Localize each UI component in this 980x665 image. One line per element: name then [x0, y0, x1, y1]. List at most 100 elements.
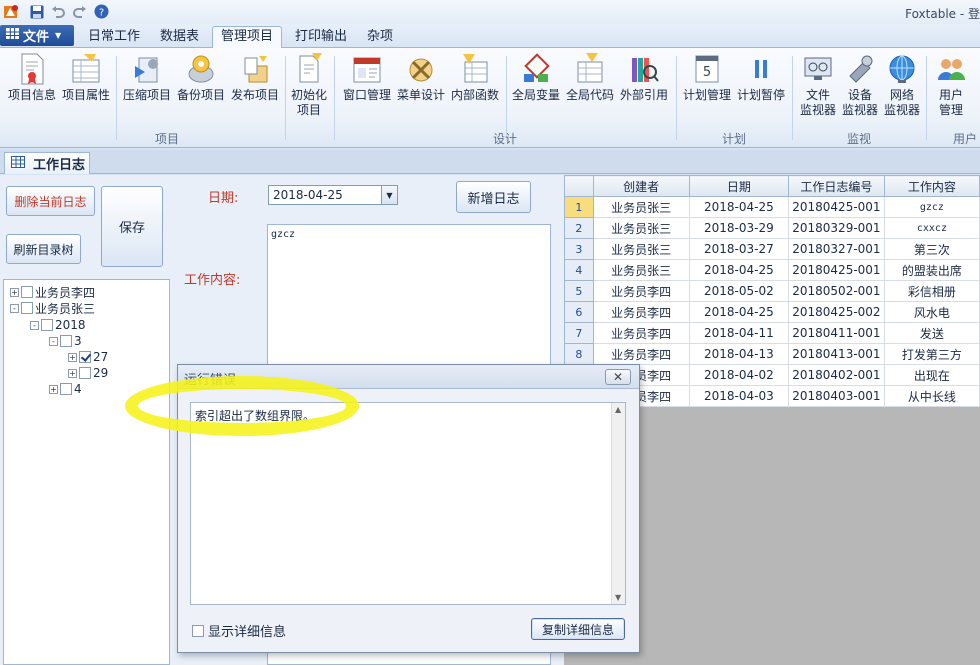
table-cell[interactable]: 20180327-001 [788, 238, 885, 260]
date-dropdown-icon[interactable]: ▼ [381, 186, 397, 204]
row-number[interactable]: 4 [564, 259, 594, 281]
table-cell[interactable]: 出现在 [883, 364, 980, 386]
refresh-tree-button[interactable]: 刷新目录树 [6, 234, 81, 264]
tree-expander[interactable]: - [49, 336, 58, 346]
init-project-button[interactable]: 初始化 项目 [289, 52, 329, 118]
directory-tree[interactable]: + 业务员李四 - 业务员张三 - 2018 - 3 + 27 + 29 + 4 [3, 279, 170, 665]
table-cell[interactable]: 20180425-001 [788, 196, 885, 218]
table-cell[interactable]: 第三次 [883, 238, 980, 260]
row-number[interactable]: 8 [564, 343, 594, 365]
tree-checkbox[interactable] [60, 335, 72, 347]
table-cell[interactable]: 的盟装出席 [883, 259, 980, 281]
redo-icon[interactable] [71, 3, 88, 20]
table-cell[interactable]: 从中长线 [883, 385, 980, 407]
table-cell[interactable]: 20180413-001 [788, 343, 885, 365]
column-header[interactable]: 创建者 [592, 175, 690, 197]
table-cell[interactable]: 业务员张三 [592, 238, 690, 260]
save-icon[interactable] [28, 3, 45, 20]
tab-daily-work[interactable]: 日常工作 [80, 26, 148, 48]
tree-checkbox[interactable] [21, 302, 33, 314]
table-cell[interactable]: 2018-04-03 [688, 385, 790, 407]
schedule-pause-button[interactable]: 计划暂停 [735, 52, 787, 103]
table-row[interactable]: 5 业务员李四 2018-05-02 20180502-001 彩信相册 [564, 280, 980, 302]
table-cell[interactable]: 2018-05-02 [688, 280, 790, 302]
tree-checkbox[interactable] [60, 383, 72, 395]
table-row[interactable]: 3 业务员张三 2018-03-27 20180327-001 第三次 [564, 238, 980, 260]
tab-work-log[interactable]: 工作日志 [4, 152, 90, 174]
table-cell[interactable]: 业务员张三 [592, 196, 690, 218]
file-menu-button[interactable]: 文件 ▼ [0, 25, 74, 46]
table-cell[interactable]: 业务员张三 [592, 259, 690, 281]
external-reference-button[interactable]: 外部引用 [618, 52, 670, 103]
table-row[interactable]: 2 业务员张三 2018-03-29 20180329-001 cxxcz [564, 217, 980, 239]
tree-node-day-29[interactable]: + 29 [68, 365, 108, 381]
checkbox-box[interactable] [192, 624, 204, 637]
table-cell[interactable]: 2018-04-25 [688, 196, 790, 218]
vertical-scrollbar[interactable]: ▲ ▼ [611, 403, 625, 604]
window-manage-button[interactable]: 窗口管理 [341, 52, 393, 103]
table-cell[interactable]: 2018-04-25 [688, 301, 790, 323]
tab-print-output[interactable]: 打印输出 [287, 26, 355, 48]
help-icon[interactable]: ? [93, 3, 110, 20]
table-cell[interactable]: 发送 [883, 322, 980, 344]
table-row[interactable]: 4 业务员张三 2018-04-25 20180425-001 的盟装出席 [564, 259, 980, 281]
table-cell[interactable]: gzcz [883, 196, 980, 218]
row-number[interactable]: 1 [564, 196, 594, 218]
tree-node-zhangsan[interactable]: - 业务员张三 [10, 300, 95, 316]
tree-checkbox[interactable] [79, 367, 91, 379]
table-cell[interactable]: 业务员李四 [592, 301, 690, 323]
device-monitor-button[interactable]: 设备 监视器 [839, 52, 881, 118]
tree-node-day-27[interactable]: + 27 [68, 349, 108, 365]
global-variable-button[interactable]: 全局变量 [510, 52, 562, 103]
close-icon[interactable]: ✕ [605, 369, 631, 385]
table-cell[interactable]: 20180425-002 [788, 301, 885, 323]
column-header[interactable]: 工作内容 [883, 175, 980, 197]
table-cell[interactable]: 20180403-001 [788, 385, 885, 407]
tree-node-month-4[interactable]: + 4 [49, 381, 82, 397]
app-logo-icon[interactable] [2, 3, 19, 20]
tree-expander[interactable]: + [10, 287, 19, 297]
table-cell[interactable]: 2018-04-25 [688, 259, 790, 281]
table-row[interactable]: 6 业务员李四 2018-04-25 20180425-002 风水电 [564, 301, 980, 323]
tab-manage-project[interactable]: 管理项目 [212, 26, 283, 49]
table-cell[interactable]: 业务员李四 [592, 343, 690, 365]
table-cell[interactable]: 风水电 [883, 301, 980, 323]
date-picker[interactable]: 2018-04-25 ▼ [268, 185, 398, 205]
delete-log-button[interactable]: 删除当前日志 [6, 186, 95, 216]
row-number[interactable]: 3 [564, 238, 594, 260]
table-cell[interactable]: 彩信相册 [883, 280, 980, 302]
tab-data-table[interactable]: 数据表 [152, 26, 207, 48]
table-cell[interactable]: 业务员张三 [592, 217, 690, 239]
table-row[interactable]: 8 业务员李四 2018-04-13 20180413-001 打发第三方 [564, 343, 980, 365]
tree-checkbox[interactable] [41, 319, 53, 331]
schedule-manage-button[interactable]: 5 计划管理 [681, 52, 733, 103]
menu-design-button[interactable]: 菜单设计 [395, 52, 447, 103]
table-cell[interactable]: 业务员李四 [592, 322, 690, 344]
global-code-button[interactable]: 全局代码 [564, 52, 616, 103]
row-number[interactable]: 6 [564, 301, 594, 323]
tree-node-month-3[interactable]: - 3 [49, 333, 82, 349]
project-info-button[interactable]: 项目信息 [5, 52, 59, 103]
tree-expander[interactable]: + [49, 384, 58, 394]
row-number[interactable]: 7 [564, 322, 594, 344]
tree-node-2018[interactable]: - 2018 [30, 317, 86, 333]
tree-expander[interactable]: + [68, 352, 77, 362]
scroll-up-icon[interactable]: ▲ [615, 405, 621, 414]
table-cell[interactable]: 2018-04-11 [688, 322, 790, 344]
tree-expander[interactable]: - [30, 320, 39, 330]
row-number[interactable]: 2 [564, 217, 594, 239]
row-number[interactable]: 5 [564, 280, 594, 302]
table-cell[interactable]: 2018-04-13 [688, 343, 790, 365]
tree-node-lisi[interactable]: + 业务员李四 [10, 284, 95, 300]
user-manage-button[interactable]: 用户 管理 [930, 52, 972, 118]
new-log-button[interactable]: 新增日志 [456, 181, 531, 213]
project-properties-button[interactable]: 项目属性 [60, 52, 112, 103]
column-header[interactable]: 工作日志编号 [788, 175, 885, 197]
file-monitor-button[interactable]: 文件 监视器 [797, 52, 839, 118]
table-row[interactable]: 7 业务员李四 2018-04-11 20180411-001 发送 [564, 322, 980, 344]
save-button[interactable]: 保存 [101, 186, 163, 267]
table-cell[interactable]: 业务员李四 [592, 280, 690, 302]
row-number-header[interactable] [564, 175, 594, 197]
internal-function-button[interactable]: 内部函数 [449, 52, 501, 103]
undo-icon[interactable] [49, 3, 66, 20]
